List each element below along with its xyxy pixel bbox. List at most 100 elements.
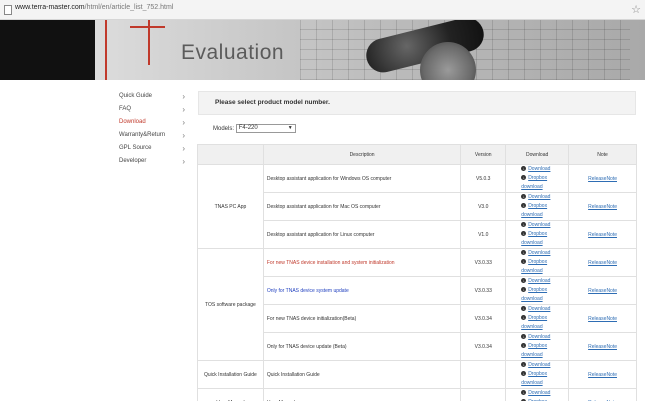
dropbox-download-link[interactable]: ↓Dropbox download bbox=[521, 342, 568, 360]
download-link[interactable]: ↓ Download bbox=[521, 389, 568, 398]
dropbox-download-link[interactable]: ↓Dropbox download bbox=[521, 370, 568, 388]
table-row: User ManualUser Manual ↓Download↓Dropbox … bbox=[197, 388, 637, 401]
download-cell: ↓Download↓Dropbox download bbox=[505, 164, 570, 193]
description-cell: User Manual bbox=[262, 388, 462, 401]
download-link-label: Download bbox=[528, 306, 551, 312]
version-cell bbox=[460, 388, 507, 401]
description-cell: Desktop assistant application for Mac OS… bbox=[262, 192, 462, 221]
select-prompt-bar: Please select product model number. bbox=[198, 91, 636, 115]
category-cell: User Manual bbox=[197, 388, 264, 401]
release-note-link[interactable]: ReleaseNote bbox=[588, 176, 617, 182]
table-header-row: Description Version Download Note bbox=[197, 144, 637, 165]
note-cell: ReleaseNote bbox=[568, 388, 637, 401]
download-arrow-icon: ↓ bbox=[521, 231, 527, 237]
download-arrow-icon: ↓ bbox=[521, 362, 527, 368]
download-arrow-icon: ↓ bbox=[521, 278, 527, 284]
sidebar-item-label: Download bbox=[119, 119, 146, 125]
sidebar-item-label: Developer bbox=[119, 158, 147, 164]
table-row: Only for TNAS device system update V3.0.3… bbox=[198, 276, 637, 305]
hero-banner: Evaluation bbox=[0, 20, 645, 80]
dropbox-download-link[interactable]: ↓Dropbox download bbox=[521, 174, 568, 192]
download-link-label: Download bbox=[528, 390, 551, 396]
release-note-link[interactable]: ReleaseNote bbox=[588, 344, 617, 350]
download-arrow-icon: ↓ bbox=[521, 334, 527, 340]
release-note-link[interactable]: ReleaseNote bbox=[588, 204, 617, 210]
download-link[interactable]: ↓ Download bbox=[521, 277, 568, 286]
page-icon bbox=[4, 5, 12, 15]
description-cell: For new TNAS device installation and sys… bbox=[262, 248, 462, 277]
download-arrow-icon: ↓ bbox=[521, 343, 527, 349]
model-select[interactable]: F4-220 ▼ bbox=[235, 124, 296, 133]
description-cell: For new TNAS device initialization(Beta) bbox=[262, 304, 462, 333]
dropbox-download-link[interactable]: ↓Dropbox download bbox=[521, 258, 568, 276]
download-arrow-icon: ↓ bbox=[521, 315, 527, 321]
dropbox-download-link[interactable]: ↓Dropbox download bbox=[521, 202, 568, 220]
download-arrow-icon: ↓ bbox=[521, 222, 527, 228]
release-note-link[interactable]: ReleaseNote bbox=[588, 260, 617, 266]
select-prompt-text: Please select product model number. bbox=[215, 99, 330, 106]
download-arrow-icon: ↓ bbox=[521, 259, 527, 265]
chevron-right-icon: › bbox=[182, 118, 185, 127]
download-link[interactable]: ↓ Download bbox=[521, 333, 568, 342]
banner-red-line bbox=[105, 20, 107, 80]
url-path: /html/en/article_list_752.html bbox=[84, 4, 174, 11]
download-link[interactable]: ↓ Download bbox=[521, 249, 568, 258]
table-row: For new TNAS device initialization(Beta)… bbox=[198, 304, 637, 333]
download-link-label: Download bbox=[528, 278, 551, 284]
banner-title: Evaluation bbox=[181, 41, 285, 64]
version-cell: V3.0.34 bbox=[460, 304, 507, 333]
category-cell: TNAS PC App bbox=[197, 164, 264, 249]
banner-red-line bbox=[148, 20, 150, 65]
sidebar-item-label: Quick Guide bbox=[119, 93, 153, 99]
sidebar-item[interactable]: GPL Source › bbox=[119, 142, 185, 155]
sidebar-item-label: Warranty&Return bbox=[119, 132, 166, 138]
description-cell: Only for TNAS device system update bbox=[262, 276, 462, 305]
chevron-right-icon: › bbox=[182, 144, 185, 153]
table-header-description: Description bbox=[262, 144, 462, 165]
download-link[interactable]: ↓ Download bbox=[521, 193, 568, 202]
download-arrow-icon: ↓ bbox=[521, 166, 527, 172]
address-bar[interactable]: www.terra-master.com/html/en/article_lis… bbox=[0, 0, 645, 20]
version-cell: V1.0 bbox=[460, 220, 507, 249]
url-domain: www.terra-master.com bbox=[15, 4, 85, 11]
sidebar-item[interactable]: Quick Guide › bbox=[119, 90, 185, 103]
download-link[interactable]: ↓ Download bbox=[521, 221, 568, 230]
bookmark-star-icon[interactable]: ☆ bbox=[631, 3, 641, 16]
download-arrow-icon: ↓ bbox=[521, 371, 527, 377]
chevron-right-icon: › bbox=[182, 105, 185, 114]
version-cell: V3.0 bbox=[460, 192, 507, 221]
dropbox-download-link[interactable]: ↓Dropbox download bbox=[521, 230, 568, 248]
table-row: Desktop assistant application for Mac OS… bbox=[198, 192, 637, 221]
release-note-link[interactable]: ReleaseNote bbox=[588, 232, 617, 238]
download-cell: ↓Download↓Dropbox download bbox=[505, 360, 570, 389]
banner-dark-panel bbox=[0, 20, 95, 80]
sidebar-nav: Quick Guide › FAQ › Download › Warranty&Return… bbox=[119, 90, 185, 168]
sidebar-item[interactable]: Warranty&Return › bbox=[119, 129, 185, 142]
table-row: Desktop assistant application for Linux … bbox=[198, 220, 637, 249]
download-link-label: Download bbox=[528, 250, 551, 256]
description-cell: Desktop assistant application for Window… bbox=[262, 164, 462, 193]
download-link-label: Download bbox=[528, 194, 551, 200]
release-note-link[interactable]: ReleaseNote bbox=[588, 288, 617, 294]
download-arrow-icon: ↓ bbox=[521, 390, 527, 396]
sidebar-item[interactable]: Developer › bbox=[119, 155, 185, 168]
dropbox-download-link[interactable]: ↓Dropbox download bbox=[521, 314, 568, 332]
dropbox-download-link[interactable]: ↓Dropbox download bbox=[521, 286, 568, 304]
download-link[interactable]: ↓ Download bbox=[521, 165, 568, 174]
url-text[interactable]: www.terra-master.com/html/en/article_lis… bbox=[15, 4, 173, 11]
sidebar-item[interactable]: Download › bbox=[119, 116, 185, 129]
table-row: Quick Installation Guide Quick Installati… bbox=[197, 360, 637, 389]
model-selector: Models: F4-220 ▼ bbox=[213, 124, 296, 133]
sidebar-item-label: FAQ bbox=[119, 106, 132, 112]
download-link-label: Download bbox=[528, 222, 551, 228]
note-cell: ReleaseNote bbox=[568, 248, 637, 277]
chevron-right-icon: › bbox=[182, 92, 185, 101]
download-arrow-icon: ↓ bbox=[521, 287, 527, 293]
note-cell: ReleaseNote bbox=[568, 332, 637, 361]
release-note-link[interactable]: ReleaseNote bbox=[588, 316, 617, 322]
download-link[interactable]: ↓ Download bbox=[521, 361, 568, 370]
release-note-link[interactable]: ReleaseNote bbox=[588, 372, 617, 378]
download-link[interactable]: ↓ Download bbox=[521, 305, 568, 314]
category-cell: TOS software package bbox=[197, 248, 264, 361]
sidebar-item[interactable]: FAQ › bbox=[119, 103, 185, 116]
